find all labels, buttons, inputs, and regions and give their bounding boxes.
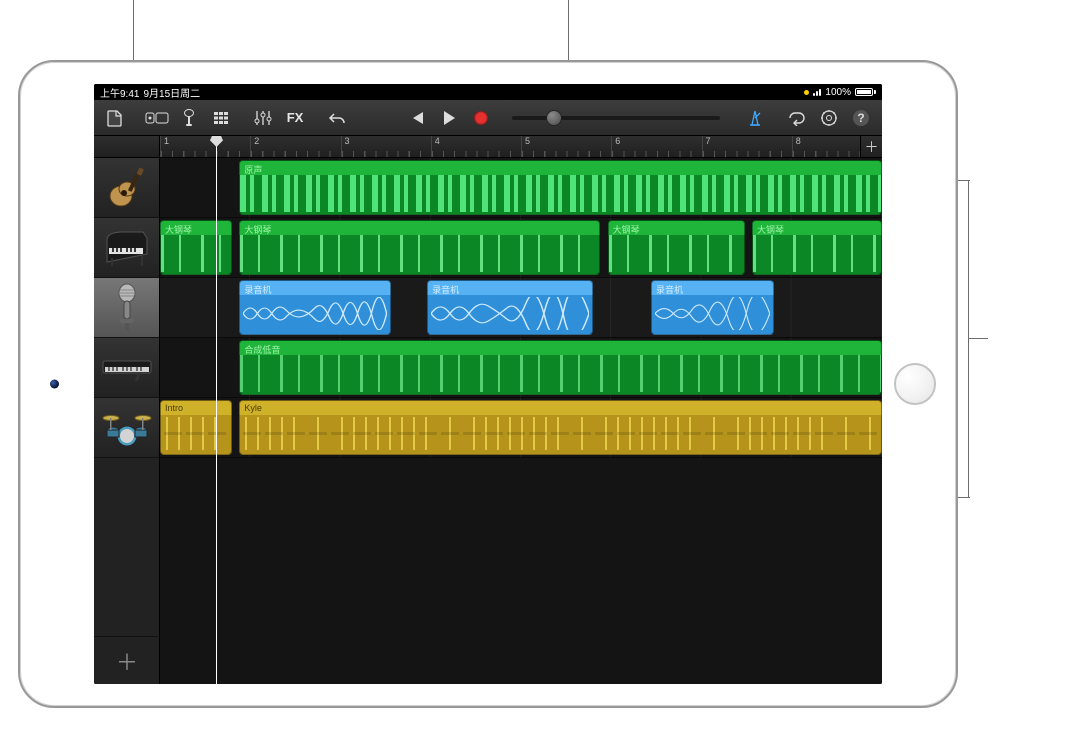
ruler-bar[interactable]: 5 [521,136,611,157]
microphone-icon [110,283,144,333]
region-label: 合成低音 [244,345,280,355]
track-lane[interactable]: Intro Kyle [160,398,882,458]
region-label: 大钢琴 [757,225,784,235]
app-screen: 上午9:41 9月15日周二 100% [94,84,882,684]
midi-region[interactable]: 大钢琴 [752,220,882,275]
midi-region[interactable]: 大钢琴 [239,220,600,275]
track-header-guitar[interactable] [94,158,159,218]
play-button[interactable] [434,104,464,132]
audio-region[interactable]: 录音机 [651,280,774,335]
battery-percent: 100% [825,87,851,98]
fx-button[interactable]: FX [280,104,310,132]
hotspot-icon [804,90,809,95]
ruler-bar[interactable]: 1 [160,136,250,157]
help-button[interactable]: ? [846,104,876,132]
wifi-icon [813,89,821,96]
track-header-piano[interactable] [94,218,159,278]
keyboard-icon [101,353,153,383]
region-label: 录音机 [244,285,271,295]
browser-button[interactable] [142,104,172,132]
midi-region[interactable]: 大钢琴 [160,220,232,275]
track-lane[interactable]: 大钢琴 大钢琴 大钢琴 大钢琴 [160,218,882,278]
svg-text:?: ? [857,111,864,125]
settings-button[interactable] [814,104,844,132]
ipad-frame: 上午9:41 9月15日周二 100% [18,60,958,708]
ruler-bar[interactable]: 7 [702,136,792,157]
region-label: 录音机 [432,285,459,295]
callout-line [958,180,970,181]
slider-thumb[interactable] [546,110,562,126]
track-lane[interactable]: 合成低音 [160,338,882,398]
add-track-button[interactable]: ＋ [94,636,160,684]
ruler-bar[interactable]: 6 [611,136,701,157]
undo-button[interactable] [322,104,352,132]
metronome-button[interactable] [740,104,770,132]
region-label: Intro [165,403,183,413]
go-to-start-button[interactable] [402,104,432,132]
status-date: 9月15日周二 [143,85,200,100]
midi-region[interactable]: 合成低音 [239,340,882,395]
track-header-microphone[interactable] [94,278,159,338]
region-label: Kyle [244,403,262,413]
status-bar: 上午9:41 9月15日周二 100% [94,84,882,100]
transport-controls [402,104,496,132]
master-volume-slider[interactable] [512,116,720,120]
status-time: 上午9:41 [100,85,139,100]
tracks-view-button[interactable] [206,104,236,132]
add-section-button[interactable]: ＋ [860,136,882,157]
piano-icon [103,228,151,268]
region-label: 录音机 [656,285,683,295]
track-header-drums[interactable] [94,398,159,458]
callout-line [968,180,969,498]
loop-browser-button[interactable] [782,104,812,132]
drums-icon [101,408,153,448]
battery-icon [855,88,876,96]
region-label: 大钢琴 [165,225,192,235]
region-label: 原声 [244,165,262,175]
front-camera [50,380,59,389]
mixer-button[interactable] [248,104,278,132]
instrument-button[interactable] [174,104,204,132]
record-button[interactable] [466,104,496,132]
drummer-region[interactable]: Kyle [239,400,882,455]
callout-line [968,338,988,339]
ruler-bar[interactable]: 2 [250,136,340,157]
midi-region[interactable]: 大钢琴 [608,220,745,275]
audio-region[interactable]: 录音机 [427,280,593,335]
region-label: 大钢琴 [244,225,271,235]
track-header-keyboard[interactable] [94,338,159,398]
track-lanes[interactable]: 原声 大钢琴 大钢琴 大钢琴 [160,158,882,684]
callout-line [958,497,970,498]
track-headers [94,158,160,684]
drummer-region[interactable]: Intro [160,400,232,455]
midi-region[interactable]: 原声 [239,160,882,215]
region-label: 大钢琴 [613,225,640,235]
home-button[interactable] [894,363,936,405]
ruler-bar[interactable]: 3 [341,136,431,157]
ruler-bar[interactable]: 4 [431,136,521,157]
guitar-icon [105,166,149,210]
track-lane[interactable]: 录音机 录音机 录音机 [160,278,882,338]
audio-region[interactable]: 录音机 [239,280,391,335]
my-songs-button[interactable] [100,104,130,132]
track-lane[interactable]: 原声 [160,158,882,218]
timeline-ruler[interactable]: 1 2 3 4 5 6 7 8 ＋ [160,136,882,158]
toolbar: FX [94,100,882,136]
